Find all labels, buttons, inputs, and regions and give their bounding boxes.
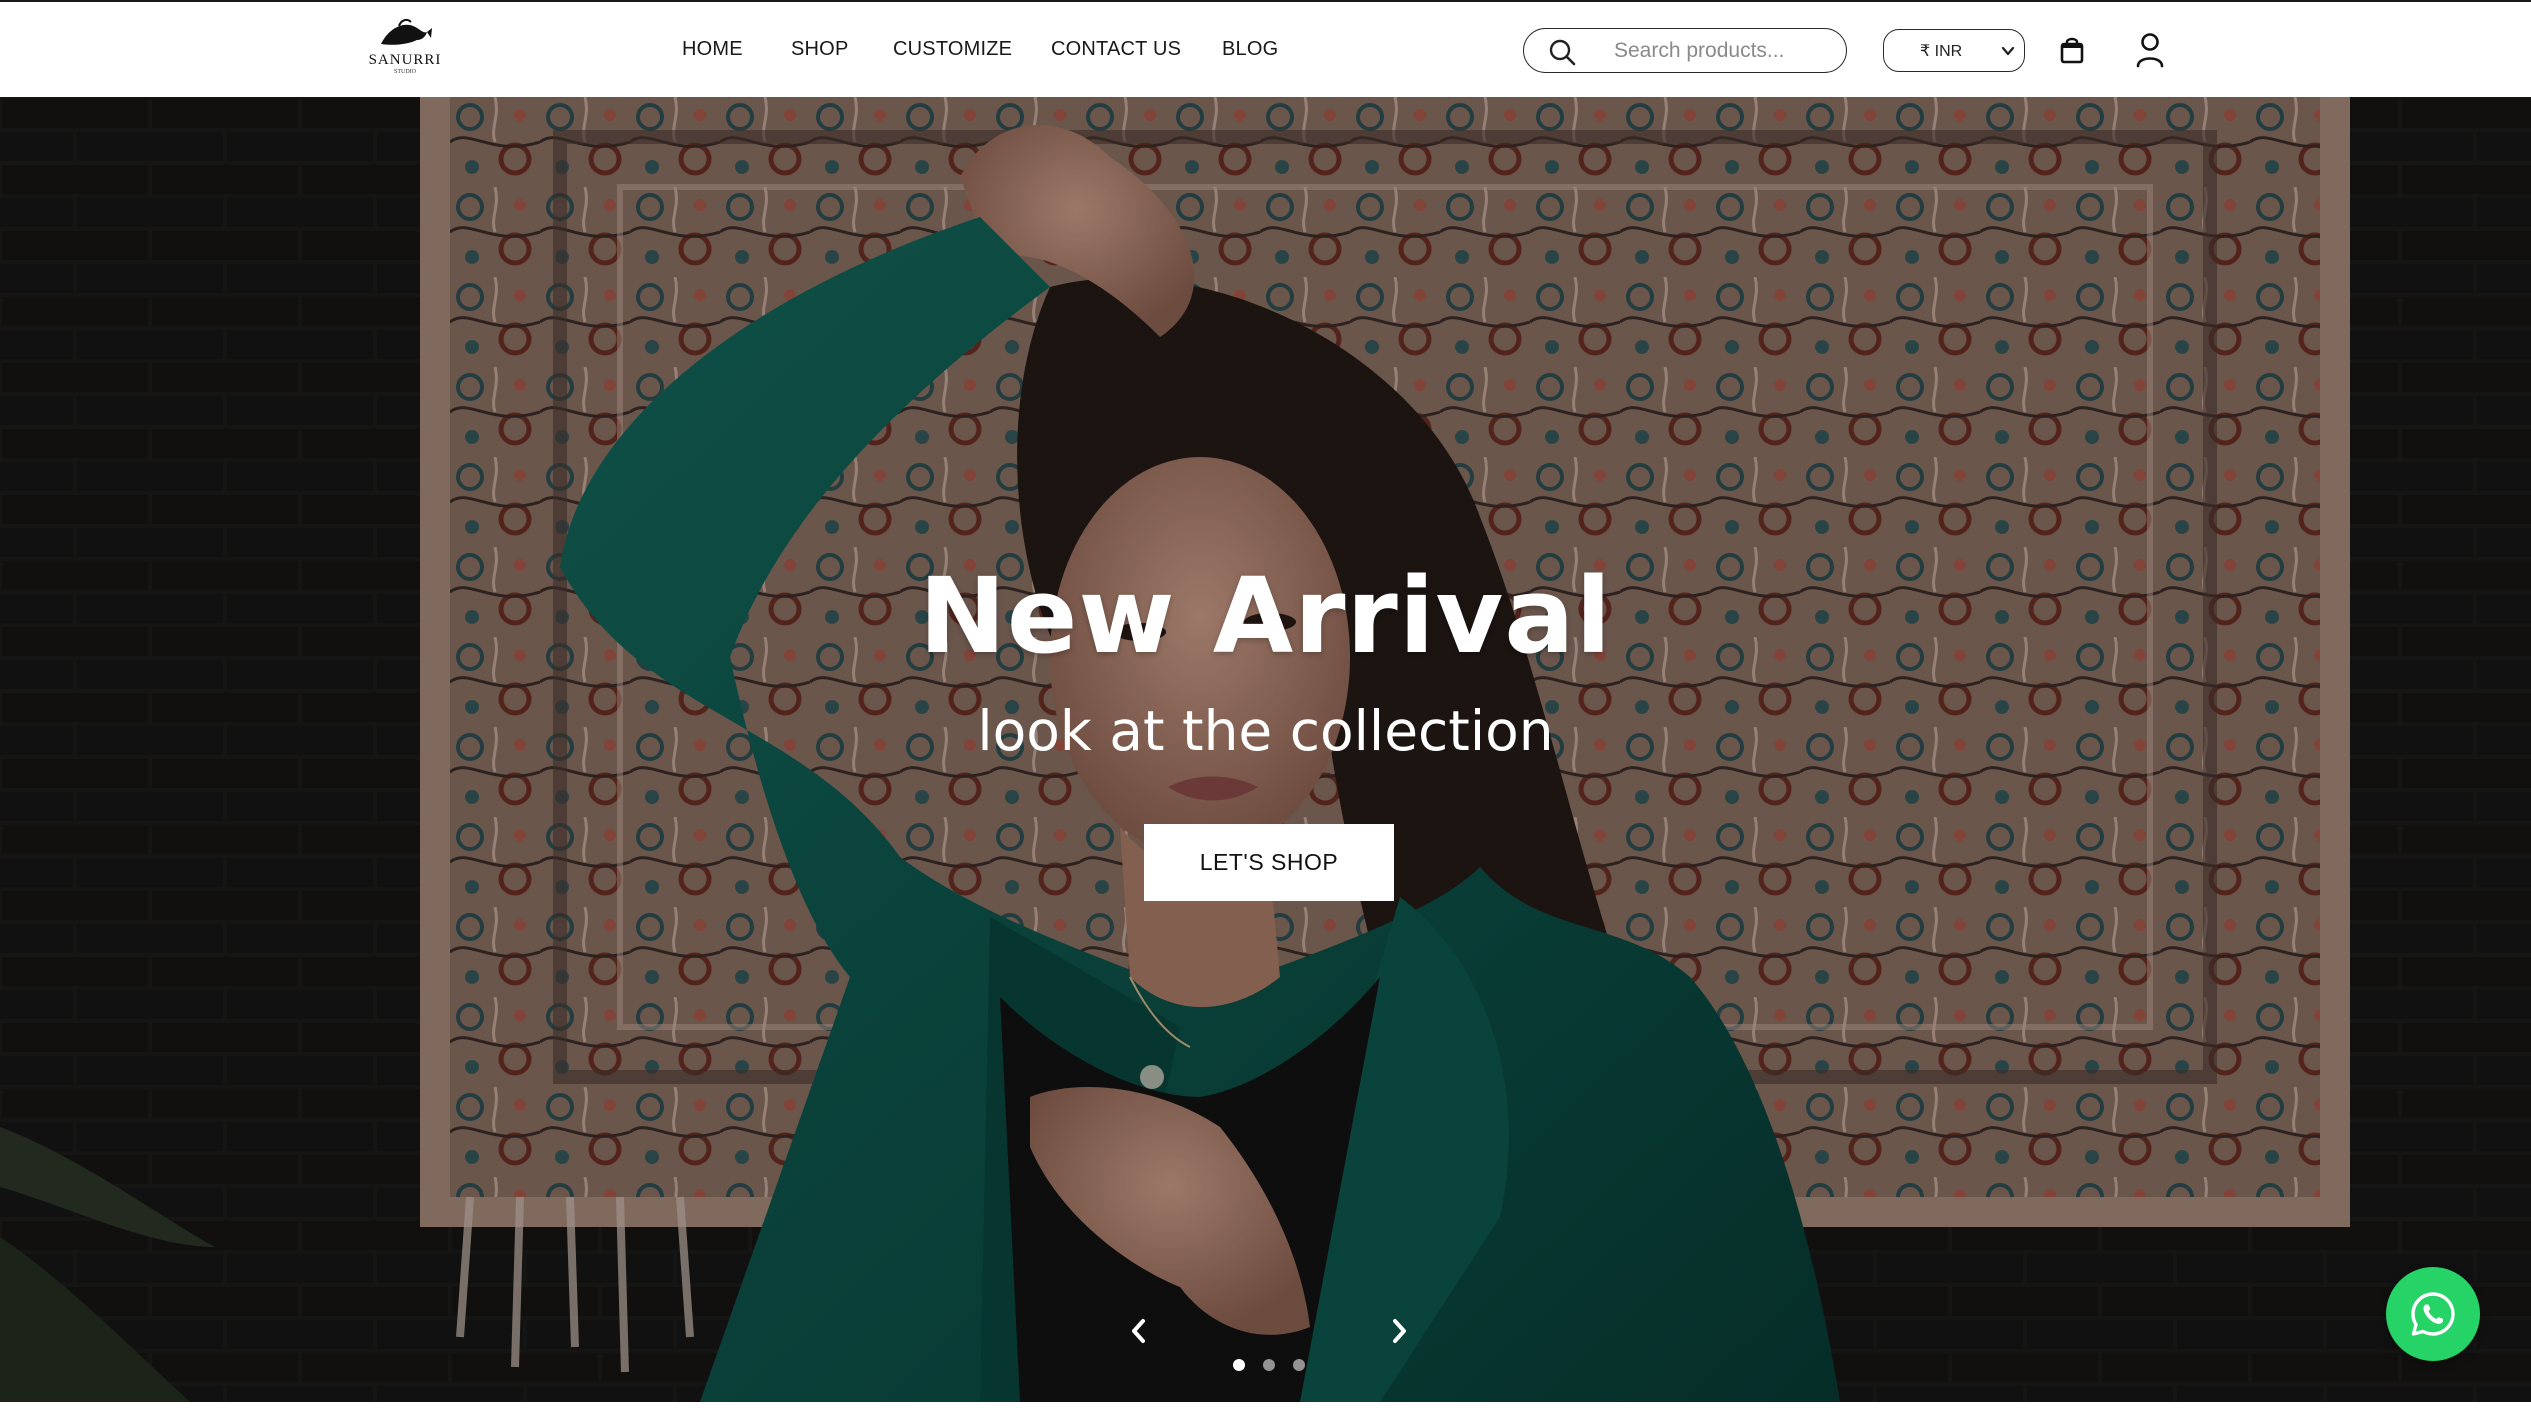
carousel-dot-1-active[interactable] [1233, 1359, 1245, 1371]
search-bar[interactable] [1523, 28, 1847, 73]
nav-shop[interactable]: SHOP [791, 38, 848, 61]
carousel-next-button[interactable] [1389, 1318, 1409, 1349]
carousel-dot-2[interactable] [1263, 1359, 1275, 1371]
nav-home[interactable]: HOME [682, 38, 743, 61]
logo-wordmark: SANURRI [368, 52, 442, 68]
search-icon[interactable] [1548, 38, 1576, 66]
cart-button[interactable] [2059, 35, 2085, 70]
shopping-bag-icon [2060, 37, 2084, 64]
logo-subtext: STUDIO [394, 69, 416, 75]
chevron-left-icon [1132, 1319, 1145, 1343]
chevron-down-icon [2001, 46, 2015, 56]
whatsapp-chat-button[interactable] [2386, 1267, 2480, 1361]
site-header: SANURRI STUDIO HOME SHOP CUSTOMIZE CONTA… [0, 0, 2531, 97]
nav-customize[interactable]: CUSTOMIZE [893, 38, 1012, 61]
brand-logo[interactable]: SANURRI STUDIO [362, 18, 448, 80]
carousel-prev-button[interactable] [1129, 1318, 1149, 1349]
whatsapp-icon [2411, 1292, 2455, 1336]
carousel-dot-3[interactable] [1293, 1359, 1305, 1371]
page-bottom-edge [0, 1402, 2531, 1417]
account-button[interactable] [2135, 32, 2165, 73]
user-icon [2136, 33, 2164, 68]
chevron-right-icon [1393, 1319, 1406, 1343]
fish-logo-icon [381, 18, 432, 45]
search-input[interactable] [1614, 37, 1824, 65]
hero-subtitle: look at the collection [977, 699, 1554, 763]
currency-select[interactable]: ₹ INR [1883, 29, 2025, 72]
lets-shop-button[interactable]: LET'S SHOP [1144, 824, 1394, 901]
nav-contact-us[interactable]: CONTACT US [1051, 38, 1181, 61]
nav-blog[interactable]: BLOG [1222, 38, 1278, 61]
hero-carousel: New Arrival look at the collection LET'S… [0, 97, 2531, 1402]
hero-title: New Arrival [918, 555, 1613, 677]
currency-value: ₹ INR [1920, 43, 1963, 60]
